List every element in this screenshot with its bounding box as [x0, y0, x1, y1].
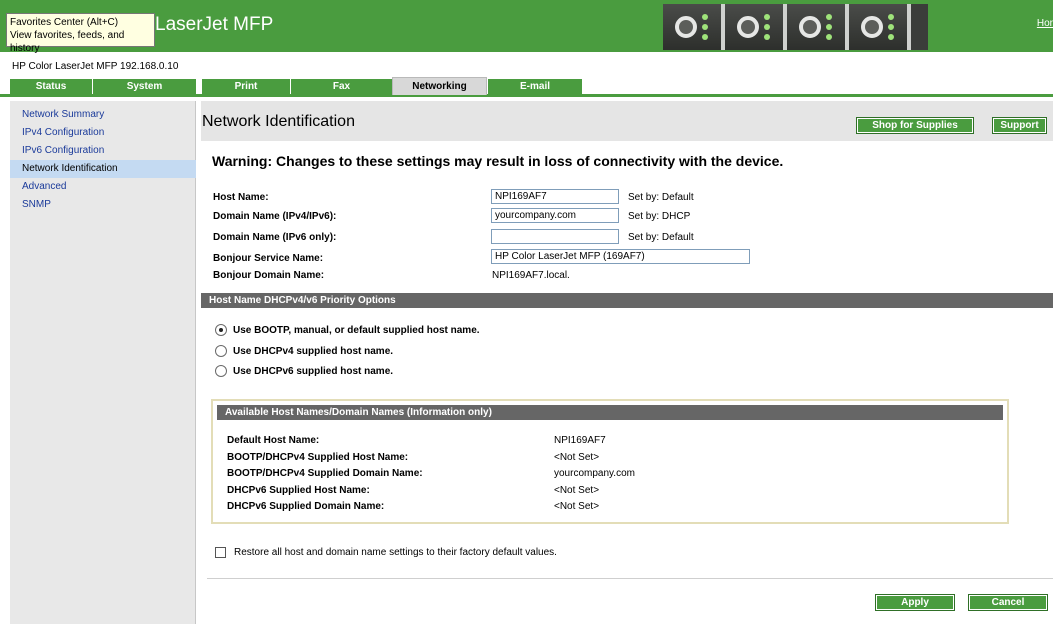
domain-name-v6-label: Domain Name (IPv6 only): — [213, 232, 337, 243]
host-name-label: Host Name: — [213, 192, 269, 203]
sidebar-item-network-summary[interactable]: Network Summary — [10, 106, 196, 124]
info-row-label: DHCPv6 Supplied Host Name: — [227, 485, 370, 496]
radio-button[interactable] — [215, 365, 227, 377]
radio-button[interactable] — [215, 345, 227, 357]
radio-option-bootp[interactable]: Use BOOTP, manual, or default supplied h… — [215, 323, 480, 337]
shop-for-supplies-button[interactable]: Shop for Supplies — [856, 117, 974, 134]
info-row-value: NPI169AF7 — [554, 435, 606, 446]
radio-label: Use BOOTP, manual, or default supplied h… — [233, 324, 480, 336]
tab-print[interactable]: Print — [201, 79, 290, 94]
available-names-info-box: Available Host Names/Domain Names (Infor… — [211, 399, 1009, 524]
sidebar-item-ipv6-configuration[interactable]: IPv6 Configuration — [10, 142, 196, 160]
info-row-label: BOOTP/DHCPv4 Supplied Host Name: — [227, 452, 409, 463]
sidebar-item-network-identification[interactable]: Network Identification — [10, 160, 196, 178]
sidebar-nav: Network Summary IPv4 Configuration IPv6 … — [10, 101, 196, 624]
sidebar-item-snmp[interactable]: SNMP — [10, 196, 196, 214]
cancel-button[interactable]: Cancel — [968, 594, 1048, 611]
main-content: Network Identification Shop for Supplies… — [201, 101, 1053, 624]
bonjour-service-name-label: Bonjour Service Name: — [213, 253, 324, 264]
radio-button-checked[interactable] — [215, 324, 227, 336]
radio-label: Use DHCPv6 supplied host name. — [233, 365, 394, 377]
tooltip-line-2: View favorites, feeds, and history — [10, 30, 125, 54]
sidebar-item-ipv4-configuration[interactable]: IPv4 Configuration — [10, 124, 196, 142]
divider — [207, 578, 1053, 579]
restore-defaults-checkbox[interactable] — [215, 547, 226, 558]
hardware-slot — [663, 4, 725, 50]
tab-fax[interactable]: Fax — [290, 79, 392, 94]
product-title: LaserJet MFP — [155, 14, 274, 35]
radio-option-dhcpv6[interactable]: Use DHCPv6 supplied host name. — [215, 364, 393, 378]
support-button[interactable]: Support — [992, 117, 1047, 134]
printer-hardware-image — [663, 4, 928, 50]
favorites-center-tooltip: Favorites Center (Alt+C) View favorites,… — [6, 13, 155, 54]
hardware-slot — [787, 4, 849, 50]
info-row-label: DHCPv6 Supplied Domain Name: — [227, 501, 385, 512]
header-banner: LaserJet MFP Hor — [0, 0, 1053, 52]
info-row-value: <Not Set> — [554, 485, 600, 496]
info-row-value: <Not Set> — [554, 501, 600, 512]
tab-system[interactable]: System — [92, 79, 196, 94]
bonjour-domain-name-value: NPI169AF7.local. — [492, 270, 570, 281]
info-row-label: Default Host Name: — [227, 435, 320, 446]
host-name-set-by: Set by: Default — [628, 192, 694, 203]
sidebar-item-advanced[interactable]: Advanced — [10, 178, 196, 196]
domain-name-v4v6-set-by: Set by: DHCP — [628, 211, 691, 222]
priority-options-header: Host Name DHCPv4/v6 Priority Options — [201, 293, 1053, 308]
domain-name-v6-set-by: Set by: Default — [628, 232, 694, 243]
host-name-input[interactable] — [491, 189, 619, 204]
restore-defaults-option[interactable]: Restore all host and domain name setting… — [215, 547, 557, 558]
home-link[interactable]: Hor — [1037, 18, 1053, 29]
page-title-bar: Network Identification Shop for Supplies… — [201, 101, 1053, 141]
bonjour-service-name-input[interactable] — [491, 249, 750, 264]
hardware-slot — [849, 4, 911, 50]
info-row-label: BOOTP/DHCPv4 Supplied Domain Name: — [227, 468, 423, 479]
warning-message: Warning: Changes to these settings may r… — [212, 153, 784, 169]
radio-option-dhcpv4[interactable]: Use DHCPv4 supplied host name. — [215, 344, 393, 358]
tooltip-line-1: Favorites Center (Alt+C) — [10, 17, 119, 28]
domain-name-v4v6-label: Domain Name (IPv4/IPv6): — [213, 211, 337, 222]
info-box-header: Available Host Names/Domain Names (Infor… — [217, 405, 1003, 420]
page-title: Network Identification — [202, 113, 355, 130]
restore-defaults-label: Restore all host and domain name setting… — [234, 547, 557, 558]
radio-label: Use DHCPv4 supplied host name. — [233, 345, 394, 357]
apply-button[interactable]: Apply — [875, 594, 955, 611]
domain-name-v6-input[interactable] — [491, 229, 619, 244]
main-tab-bar: Status System Print Fax Networking E-mai… — [0, 77, 1053, 97]
tab-status[interactable]: Status — [9, 79, 92, 94]
device-name-address: HP Color LaserJet MFP 192.168.0.10 — [12, 61, 179, 72]
hardware-slot — [725, 4, 787, 50]
tab-email[interactable]: E-mail — [487, 79, 582, 94]
info-row-value: <Not Set> — [554, 452, 600, 463]
domain-name-v4v6-input[interactable] — [491, 208, 619, 223]
info-row-value: yourcompany.com — [554, 468, 635, 479]
bonjour-domain-name-label: Bonjour Domain Name: — [213, 270, 325, 281]
tab-networking[interactable]: Networking — [392, 77, 487, 95]
